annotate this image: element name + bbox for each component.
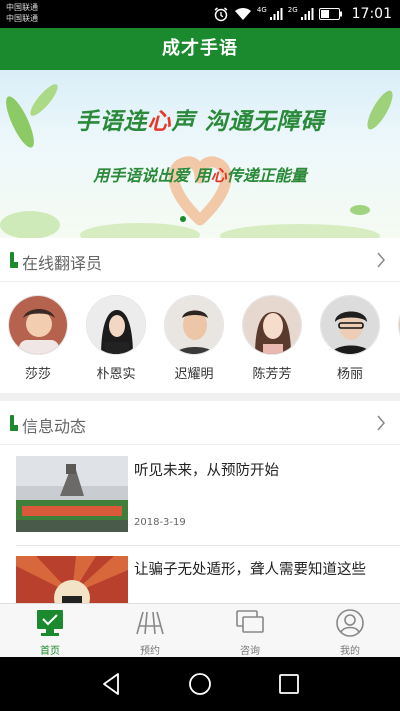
banner-subline-part1: 用手语说出爱 用: [93, 166, 211, 185]
avatar[interactable]: [8, 295, 68, 355]
translator-name: 杨丽: [336, 367, 363, 382]
translator-item[interactable]: 迟耀明: [162, 295, 226, 382]
translator-item[interactable]: 莎莎: [6, 295, 70, 382]
home-monitor-icon: [37, 610, 63, 636]
network-type-2: 2G: [287, 6, 298, 14]
alarm-icon: [213, 6, 229, 22]
tab-home[interactable]: 首页: [0, 604, 100, 658]
news-list-item[interactable]: 让骗子无处遁形，聋人需要知道这些: [0, 546, 400, 603]
app-header: 成才手语: [0, 28, 400, 70]
news-title[interactable]: 让骗子无处遁形，聋人需要知道这些: [134, 558, 366, 579]
news-list-item[interactable]: 听见未来，从预防开始 2018-3-19: [0, 445, 400, 545]
wifi-icon: [234, 7, 252, 21]
avatar[interactable]: [164, 295, 224, 355]
tab-appointment-label: 预约: [140, 646, 160, 657]
status-bar: 中国联通 中国联通 4G 2G 17:01: [0, 0, 400, 28]
signal-icon-1: [269, 7, 283, 21]
signal-icon-2: [300, 7, 314, 21]
banner-headline: 手语连心声 沟通无障碍: [0, 102, 400, 136]
consult-chat-icon: [236, 610, 264, 633]
tab-profile-label: 我的: [340, 646, 360, 657]
translator-name: 迟耀明: [174, 367, 214, 382]
bottom-tab-bar: 首页 预约 咨询 我的: [0, 603, 400, 657]
section-marker-icon: [10, 252, 18, 268]
clock: 17:01: [351, 6, 392, 22]
carousel-indicator[interactable]: [180, 216, 186, 222]
chevron-right-icon[interactable]: [374, 250, 388, 270]
home-circle-icon[interactable]: [187, 671, 213, 697]
battery-icon: [318, 8, 343, 20]
back-icon[interactable]: [98, 671, 124, 697]
news-date: 2018-3-19: [134, 517, 186, 528]
translator-item[interactable]: 陈芳芳: [240, 295, 304, 382]
page-title: 成才手语: [162, 38, 238, 59]
translators-section-header[interactable]: 在线翻译员: [0, 238, 400, 282]
banner-subline: 用手语说出爱 用心传递正能量: [0, 162, 400, 186]
translators-section-title: 在线翻译员: [22, 254, 103, 273]
avatar[interactable]: [320, 295, 380, 355]
banner-headline-part2: 声 沟通无障碍: [171, 108, 325, 135]
news-section-header[interactable]: 信息动态: [0, 401, 400, 445]
chevron-right-icon[interactable]: [374, 413, 388, 433]
news-title[interactable]: 听见未来，从预防开始: [134, 459, 279, 480]
recents-icon[interactable]: [276, 671, 302, 697]
translators-list: 莎莎 朴恩实 迟耀明 陈芳芳 杨丽: [0, 287, 400, 393]
translator-item[interactable]: 朴恩实: [84, 295, 148, 382]
banner-illustration: [0, 84, 393, 238]
banner-subline-heart: 心: [210, 166, 227, 185]
news-thumbnail[interactable]: [16, 556, 128, 603]
banner-headline-part1: 手语连: [75, 108, 148, 135]
avatar[interactable]: [242, 295, 302, 355]
banner-headline-heart: 心: [147, 108, 172, 135]
tab-consult-label: 咨询: [240, 646, 260, 657]
appointment-icon: [136, 611, 164, 635]
status-icons: 4G 2G 17:01: [213, 5, 392, 23]
section-marker-icon: [10, 415, 18, 431]
translator-item-partial[interactable]: [396, 295, 400, 355]
profile-icon: [336, 609, 364, 637]
tab-appointment[interactable]: 预约: [100, 604, 200, 658]
avatar[interactable]: [86, 295, 146, 355]
translator-item[interactable]: 杨丽: [318, 295, 382, 382]
carrier-label-1: 中国联通: [6, 3, 38, 12]
network-type-1: 4G: [256, 6, 267, 14]
carrier-label-2: 中国联通: [6, 14, 38, 23]
translator-name: 陈芳芳: [252, 367, 292, 382]
banner-carousel[interactable]: 手语连心声 沟通无障碍 用手语说出爱 用心传递正能量: [0, 70, 400, 238]
translator-name: 莎莎: [24, 367, 51, 382]
news-thumbnail[interactable]: [16, 456, 128, 532]
banner-subline-part2: 传递正能量: [226, 166, 307, 185]
tab-home-label: 首页: [40, 646, 60, 657]
section-separator: [0, 393, 400, 401]
tab-consult[interactable]: 咨询: [200, 604, 300, 658]
tab-profile[interactable]: 我的: [300, 604, 400, 658]
system-nav-bar: [0, 657, 400, 711]
news-section-title: 信息动态: [22, 417, 87, 436]
translator-name: 朴恩实: [96, 367, 136, 382]
